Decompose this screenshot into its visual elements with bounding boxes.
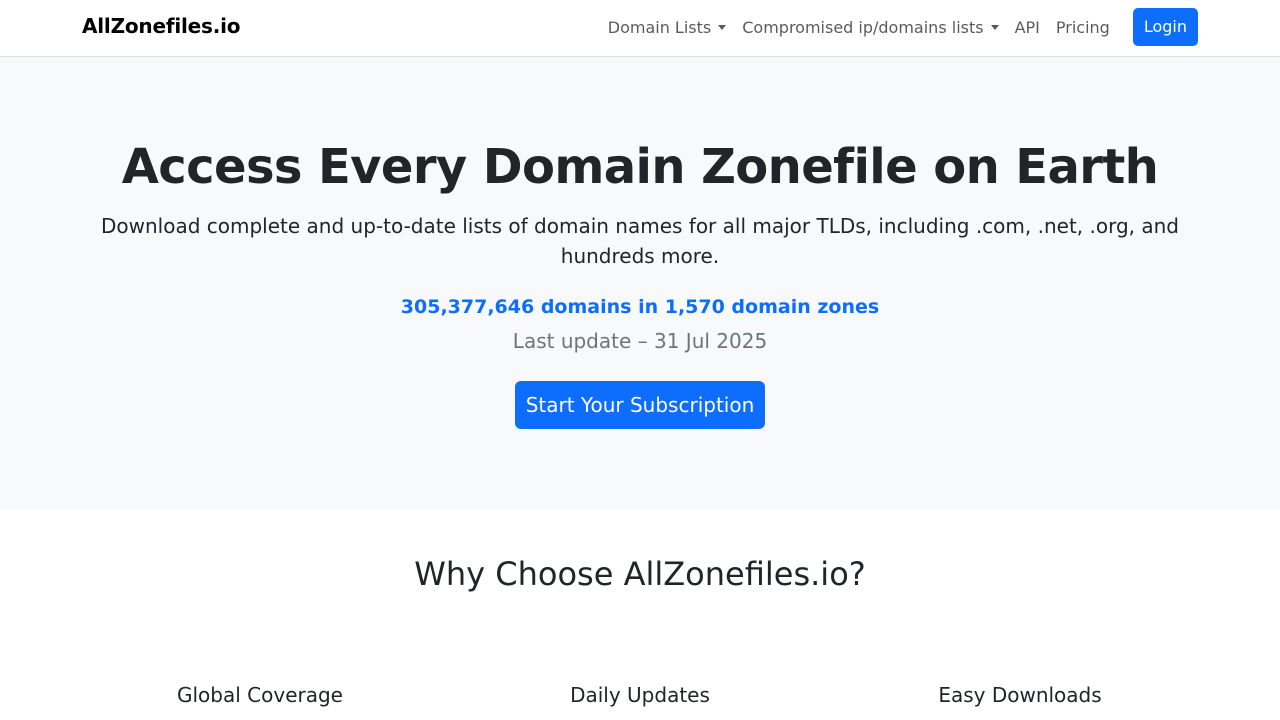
last-update: Last update – 31 Jul 2025 [512,329,768,353]
hero-title: Access Every Domain Zonefile on Earth [121,139,1159,195]
brand-logo[interactable]: AllZonefiles.io [82,14,241,38]
feature-global-coverage: Global Coverage [177,683,343,707]
caret-down-icon [718,24,727,30]
feature-daily-updates: Daily Updates [570,683,710,707]
why-section-title: Why Choose AllZonefiles.io? [414,555,866,593]
start-subscription-button[interactable]: Start Your Subscription [515,381,765,429]
nav-pricing-link[interactable]: Pricing [1048,18,1118,37]
hero-subtitle: Download complete and up-to-date lists o… [101,214,1179,268]
nav-compromised-lists-label: Compromised ip/domains lists [742,17,984,37]
nav-domain-lists-dropdown[interactable]: Domain Lists [600,18,734,37]
nav-compromised-lists-dropdown[interactable]: Compromised ip/domains lists [734,18,1006,37]
domain-stats: 305,377,646 domains in 1,570 domain zone… [400,296,880,318]
top-navbar: AllZonefiles.io Domain Lists Compromised… [0,0,1280,57]
feature-easy-downloads: Easy Downloads [938,683,1102,707]
caret-down-icon [990,24,999,30]
hero-section: Access Every Domain Zonefile on Earth Do… [0,57,1280,509]
nav-api-link[interactable]: API [1007,18,1048,37]
login-button[interactable]: Login [1132,8,1198,46]
nav-domain-lists-label: Domain Lists [607,17,712,37]
nav-menu: Domain Lists Compromised ip/domains list… [600,8,1198,46]
